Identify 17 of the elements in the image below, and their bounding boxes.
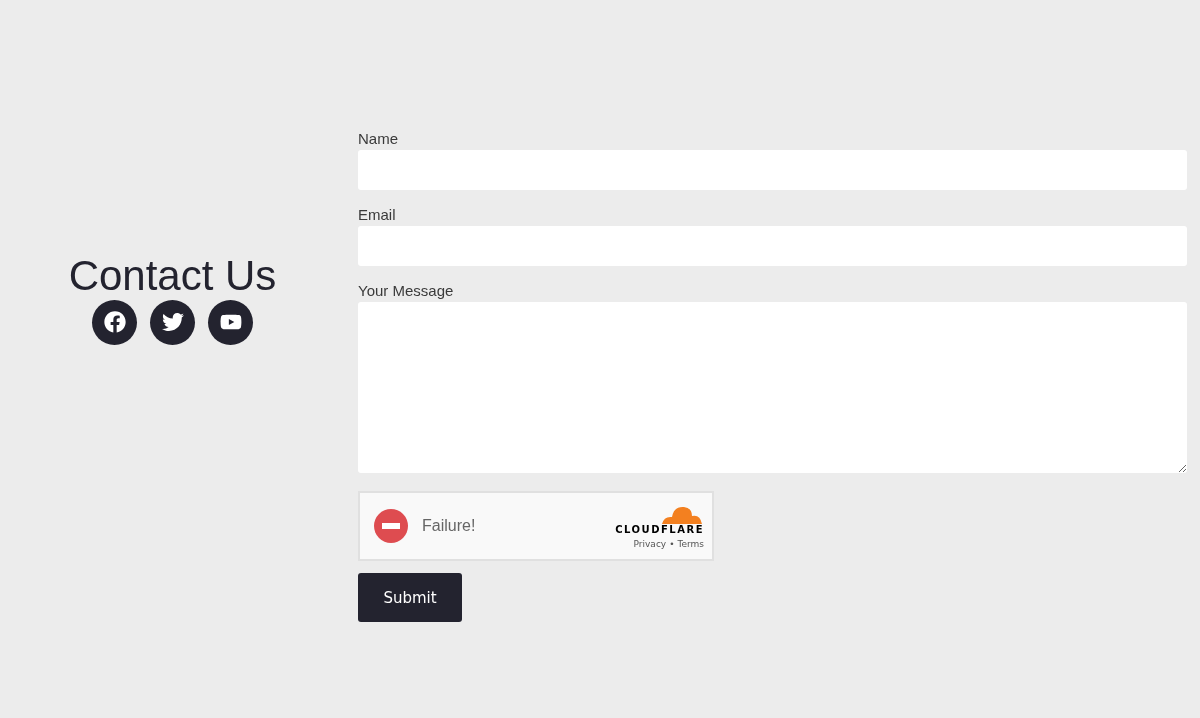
- message-field[interactable]: [358, 302, 1187, 473]
- submit-button[interactable]: Submit: [358, 573, 462, 622]
- failure-icon: [374, 509, 408, 543]
- social-link[interactable]: [150, 299, 195, 345]
- facebook-icon: [103, 311, 126, 333]
- privacy-link[interactable]: Privacy: [633, 538, 667, 549]
- field-label: Name: [358, 130, 399, 147]
- link-separator: •: [669, 538, 675, 549]
- field-label: Your Message: [358, 282, 455, 299]
- page-heading: Contact Us: [68, 251, 277, 300]
- social-link[interactable]: [208, 299, 253, 345]
- brand-name: CLOUDFLARE: [615, 523, 704, 535]
- field-label: Email: [358, 206, 397, 223]
- social-link[interactable]: [92, 299, 137, 345]
- terms-link[interactable]: Terms: [677, 538, 704, 549]
- captcha-status: Failure!: [422, 517, 477, 535]
- bird-icon: [161, 311, 184, 333]
